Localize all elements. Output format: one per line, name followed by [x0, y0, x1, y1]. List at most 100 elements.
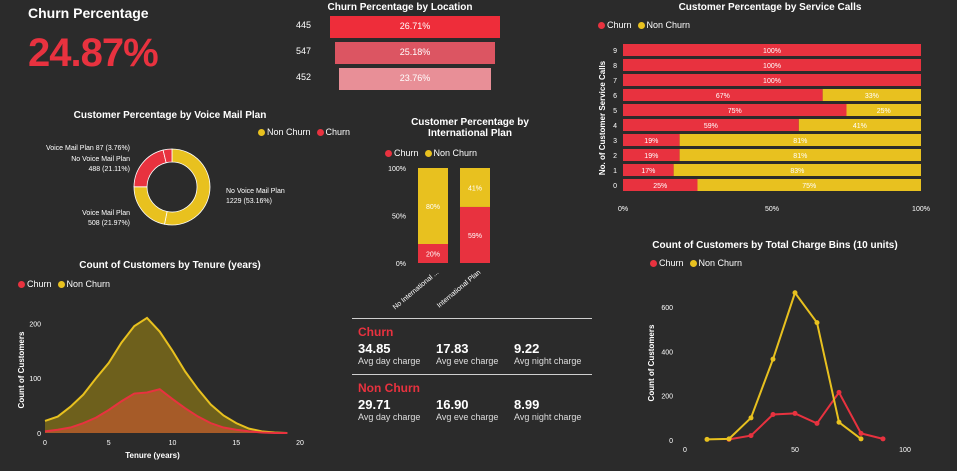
- charge-point: [858, 436, 864, 442]
- legend-churn: Churn: [18, 279, 52, 289]
- stat-item: 9.22 Avg night charge: [514, 341, 592, 366]
- nonchurn-section-title: Non Churn: [358, 381, 420, 395]
- tenure-chart: 0 100 200Count of Customers 0 5 10 15 20 Tenure …: [17, 316, 304, 460]
- donut-label: 1229 (53.16%): [226, 198, 272, 205]
- donut-label: Voice Mail Plan 87 (3.76%): [46, 145, 130, 152]
- location-row: 547 25.18%: [290, 42, 520, 64]
- bar-data-label: 41%: [853, 123, 867, 130]
- service-chart-title: Customer Percentage by Service Calls: [678, 2, 862, 13]
- stat-value: 34.85: [358, 341, 391, 356]
- stat-value: 29.71: [358, 397, 391, 412]
- location-chart-title: Churn Percentage by Location: [327, 2, 473, 13]
- bar-data-label: 25%: [653, 183, 667, 190]
- y-tick-label: 0: [669, 438, 673, 445]
- x-tick-label: 0%: [618, 206, 628, 213]
- bar-data-label: 81%: [793, 153, 807, 160]
- bar-data-label: 75%: [802, 183, 816, 190]
- bar-data-label: 100%: [763, 78, 781, 85]
- legend-non-churn: Non Churn: [57, 279, 110, 289]
- x-axis-title: Tenure (years): [125, 451, 180, 460]
- x-tick-label: 100%: [912, 206, 930, 213]
- charge-point: [814, 420, 820, 426]
- donut-label: No Voice Mail Plan: [71, 156, 130, 163]
- bar-data-label: 33%: [865, 93, 879, 100]
- stat-label: Avg eve charge: [436, 356, 499, 366]
- y-axis-title: No. of Customer Service Calls: [598, 60, 607, 175]
- churn-section-title: Churn: [358, 325, 394, 339]
- bar-data-label: 100%: [763, 48, 781, 55]
- stat-label: Avg day charge: [358, 412, 421, 422]
- service-chart: No. of Customer Service Calls 9 100% 8 100% 7…: [598, 44, 930, 213]
- y-tick-label: 50%: [392, 214, 406, 221]
- bar-data-label: 81%: [793, 138, 807, 145]
- location-chart: 445 26.71% 547 25.18% 452 23.76%: [290, 16, 520, 96]
- y-tick-label: 1: [613, 168, 617, 175]
- y-tick-label: 0: [37, 431, 41, 438]
- x-tick-label: 0: [43, 440, 47, 447]
- x-tick-label: 10: [169, 440, 177, 447]
- stat-value: 16.90: [436, 397, 469, 412]
- stat-label: Avg eve charge: [436, 412, 499, 422]
- charge-point: [836, 419, 842, 425]
- intl-legend: Churn Non Churn: [385, 148, 477, 158]
- stat-item: 8.99 Avg night charge: [514, 397, 592, 422]
- voicemail-donut: No Voice Mail Plan 1229 (53.16%) Voice Mai…: [46, 145, 285, 227]
- bar-data-label: 59%: [468, 233, 482, 240]
- legend-non-churn: Non Churn: [637, 20, 690, 30]
- stat-value: 9.22: [514, 341, 540, 356]
- charge-chart: 0 200 400 600 Count of Customers 0 50 100: [647, 290, 911, 454]
- bar-data-label: 100%: [763, 63, 781, 70]
- location-row: 452 23.76%: [290, 68, 520, 90]
- donut-label: Voice Mail Plan: [82, 210, 130, 217]
- stat-label: Avg day charge: [358, 356, 421, 366]
- y-tick-label: 9: [613, 48, 617, 55]
- donut-slice: [133, 186, 168, 225]
- nonchurn-stats: 29.71 Avg day charge 16.90 Avg eve charge 8.…: [352, 397, 592, 422]
- legend-churn: Churn: [385, 148, 419, 158]
- location-value-label: 25.18%: [399, 47, 431, 57]
- y-tick-label: 100%: [388, 166, 406, 173]
- bar-data-label: 19%: [644, 138, 658, 145]
- bar-data-label: 25%: [877, 108, 891, 115]
- intl-chart-title: Customer Percentage by International Pla…: [411, 117, 529, 139]
- stat-value: 17.83: [436, 341, 469, 356]
- y-tick-label: 0%: [396, 261, 406, 268]
- charge-point: [748, 433, 754, 439]
- charge-line-non-churn: [706, 290, 862, 441]
- location-value-label: 23.76%: [399, 73, 431, 83]
- summary-divider-top: [352, 318, 592, 319]
- y-tick-label: 5: [613, 108, 617, 115]
- y-tick-label: 4: [613, 123, 617, 130]
- charge-point: [836, 389, 842, 395]
- donut-label: No Voice Mail Plan: [226, 188, 285, 195]
- y-axis-title: Count of Customers: [17, 331, 26, 408]
- charge-point: [726, 436, 732, 442]
- y-tick-label: 600: [661, 305, 673, 312]
- y-tick-label: 200: [29, 321, 41, 328]
- y-tick-label: 400: [661, 349, 673, 356]
- x-tick-label: 50%: [765, 206, 779, 213]
- y-axis-title: Count of Customers: [647, 324, 656, 401]
- bar-data-label: 19%: [644, 153, 658, 160]
- charge-point: [770, 412, 776, 418]
- legend-non-churn: Non Churn: [424, 148, 477, 158]
- tenure-chart-title: Count of Customers by Tenure (years): [79, 260, 261, 271]
- charge-point: [880, 436, 886, 442]
- bar-data-label: 59%: [704, 123, 718, 130]
- legend-churn: Churn: [650, 258, 684, 268]
- bar-data-label: 83%: [790, 168, 804, 175]
- y-tick-label: 7: [613, 78, 617, 85]
- bar-data-label: 67%: [716, 93, 730, 100]
- summary-divider-mid: [352, 374, 592, 375]
- x-tick-label: 20: [296, 440, 304, 447]
- intl-chart: 0% 50% 100% 20% 80% No International ... 59% 41…: [388, 166, 490, 310]
- kpi-card: Churn Percentage 24.87%: [28, 5, 228, 95]
- kpi-value: 24.87%: [28, 31, 159, 75]
- service-legend: Churn Non Churn: [598, 20, 690, 30]
- y-tick-label: 8: [613, 63, 617, 70]
- x-tick-label: 5: [107, 440, 111, 447]
- donut-slice: [133, 149, 167, 188]
- charge-chart-title: Count of Customers by Total Charge Bins …: [652, 240, 898, 251]
- charge-point: [770, 356, 776, 362]
- legend-churn: Churn: [598, 20, 632, 30]
